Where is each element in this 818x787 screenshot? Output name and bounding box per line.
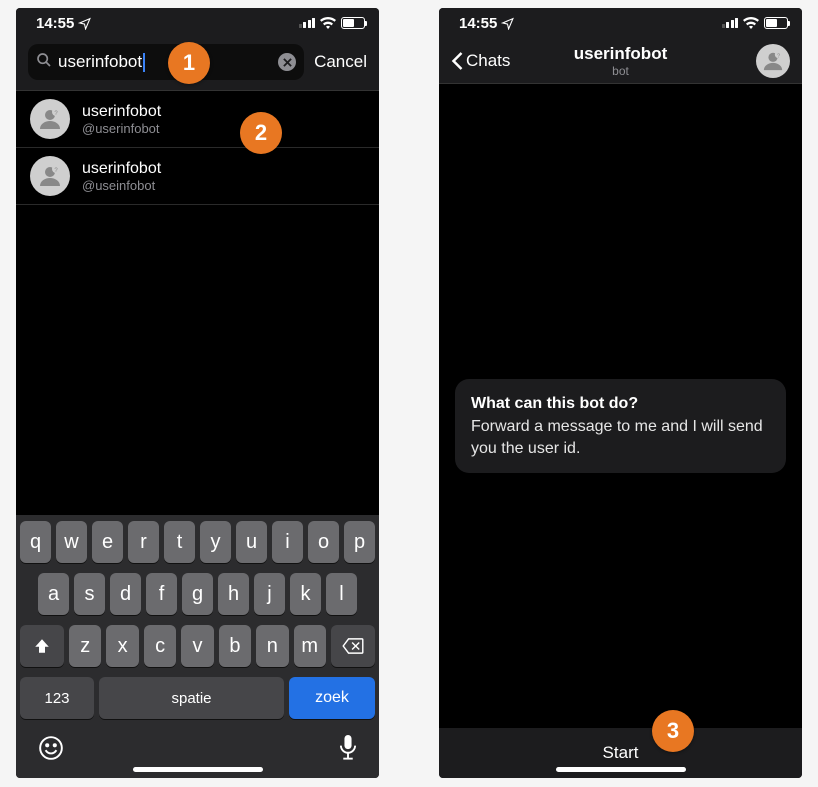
chat-body: What can this bot do? Forward a message … [439,84,802,728]
svg-text:?: ? [777,53,780,59]
chat-header: Chats userinfobot bot ? [439,38,802,84]
search-input[interactable]: userinfobot [58,52,142,72]
keyboard-row-4: 123 spatie zoek [20,677,375,719]
key-w[interactable]: w [56,521,87,563]
key-j[interactable]: j [254,573,285,615]
phone-left-search: 1 2 14:55 userinfobot [16,8,379,778]
cellular-signal-icon [722,18,739,28]
location-icon [501,17,514,30]
key-z[interactable]: z [69,625,101,667]
clear-search-button[interactable] [278,53,296,71]
start-label: Start [603,743,639,763]
key-x[interactable]: x [106,625,138,667]
result-handle: @useinfobot [82,178,161,193]
battery-icon [341,17,365,29]
key-d[interactable]: d [110,573,141,615]
status-time: 14:55 [36,15,74,32]
search-field[interactable]: userinfobot [28,44,304,80]
result-handle: @userinfobot [82,121,161,136]
key-h[interactable]: h [218,573,249,615]
emoji-button[interactable] [38,735,64,768]
key-q[interactable]: q [20,521,51,563]
phone-right-chat: 3 14:55 Chats userinfobot bot [439,8,802,778]
keyboard-row-2: a s d f g h j k l [20,573,375,615]
home-indicator[interactable] [133,767,263,772]
keyboard: q w e r t y u i o p a s d f g h j k l z [16,515,379,778]
key-i[interactable]: i [272,521,303,563]
key-u[interactable]: u [236,521,267,563]
key-e[interactable]: e [92,521,123,563]
result-name: userinfobot [82,160,161,178]
search-results: ? userinfobot @userinfobot ? userinfobot… [16,91,379,515]
space-key[interactable]: spatie [99,677,284,719]
step-marker-3: 3 [652,710,694,752]
chevron-left-icon [451,51,464,71]
step-marker-1: 1 [168,42,210,84]
battery-icon [764,17,788,29]
backspace-key[interactable] [331,625,375,667]
key-g[interactable]: g [182,573,213,615]
search-key[interactable]: zoek [289,677,375,719]
bubble-heading: What can this bot do? [471,393,770,415]
bubble-body: Forward a message to me and I will send … [471,416,770,459]
key-k[interactable]: k [290,573,321,615]
key-m[interactable]: m [294,625,326,667]
keyboard-row-1: q w e r t y u i o p [20,521,375,563]
key-c[interactable]: c [144,625,176,667]
key-p[interactable]: p [344,521,375,563]
search-result-item[interactable]: ? userinfobot @useinfobot [16,148,379,205]
key-b[interactable]: b [219,625,251,667]
key-v[interactable]: v [181,625,213,667]
step-marker-2: 2 [240,112,282,154]
location-icon [78,17,91,30]
home-indicator[interactable] [556,767,686,772]
bot-info-bubble: What can this bot do? Forward a message … [455,379,786,474]
cellular-signal-icon [299,18,316,28]
avatar: ? [30,99,70,139]
status-time: 14:55 [459,15,497,32]
shift-key[interactable] [20,625,64,667]
status-bar: 14:55 [439,8,802,38]
search-icon [36,52,52,73]
avatar: ? [30,156,70,196]
key-o[interactable]: o [308,521,339,563]
chat-avatar[interactable]: ? [756,44,790,78]
cancel-button[interactable]: Cancel [314,52,367,72]
text-cursor [143,53,145,72]
key-n[interactable]: n [256,625,288,667]
key-f[interactable]: f [146,573,177,615]
key-a[interactable]: a [38,573,69,615]
back-button[interactable]: Chats [451,51,510,71]
search-result-item[interactable]: ? userinfobot @userinfobot [16,91,379,148]
key-s[interactable]: s [74,573,105,615]
key-l[interactable]: l [326,573,357,615]
back-label: Chats [466,51,510,71]
keyboard-row-3: z x c v b n m [20,625,375,667]
key-t[interactable]: t [164,521,195,563]
wifi-icon [320,17,336,29]
wifi-icon [743,17,759,29]
result-name: userinfobot [82,103,161,121]
key-y[interactable]: y [200,521,231,563]
numbers-key[interactable]: 123 [20,677,94,719]
keyboard-accessory-row [20,729,375,768]
key-r[interactable]: r [128,521,159,563]
status-bar: 14:55 [16,8,379,38]
dictation-button[interactable] [339,735,357,768]
